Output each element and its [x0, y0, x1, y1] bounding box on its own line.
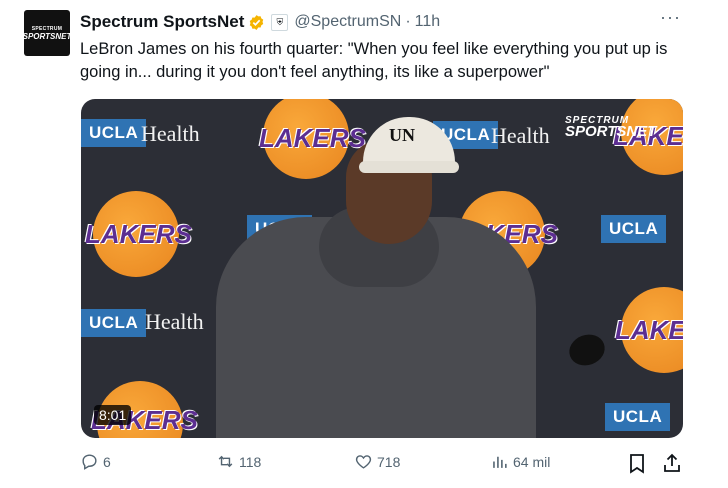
views-icon	[493, 456, 507, 468]
tweet-text: LeBron James on his fourth quarter: "Whe…	[80, 40, 668, 81]
separator-dot: ·	[405, 13, 411, 30]
ucla-logo: UCLA	[605, 403, 671, 431]
action-bar: 6 118 718 64 mil	[80, 452, 660, 476]
reply-icon	[82, 454, 97, 470]
repost-icon	[218, 455, 233, 468]
author-name[interactable]: Spectrum SportsNet	[80, 12, 244, 32]
health-logo: Health	[141, 121, 200, 146]
repost-count: 118	[239, 453, 262, 470]
like-count: 718	[377, 453, 401, 470]
author-handle[interactable]: @SpectrumSN	[294, 13, 401, 31]
cap-brim	[359, 161, 459, 173]
verified-badge-icon[interactable]	[248, 14, 265, 31]
lakers-logo-text: LAKERS	[259, 123, 366, 153]
reply-count: 6	[103, 453, 111, 470]
affiliate-badge-icon[interactable]: ⛨	[271, 13, 289, 31]
bookmark-icon[interactable]	[628, 453, 646, 474]
watermark-line2: SPORTSNET	[565, 123, 657, 140]
heart-icon	[355, 455, 372, 469]
lakers-logo-text: LAKERS	[615, 315, 683, 345]
lakers-logo-text: LAKERS	[85, 219, 192, 249]
health-logo: Health	[491, 123, 550, 148]
views-button[interactable]: 64 mil	[490, 452, 550, 471]
reply-button[interactable]: 6	[80, 452, 111, 471]
video-duration-badge: 8:01	[94, 405, 132, 425]
timestamp[interactable]: 11h	[415, 13, 441, 31]
spectrum-sportsnet-watermark: SPECTRUM SPORTSNET	[565, 115, 657, 140]
ucla-logo: UCLA	[81, 119, 147, 147]
view-count: 64 mil	[513, 453, 551, 470]
share-icon[interactable]	[662, 452, 682, 473]
video-player[interactable]: UCLA Health LAKERS UCLA Health LAKERS UC…	[81, 99, 683, 438]
ucla-logo: UCLA	[81, 309, 147, 337]
avatar[interactable]: SPECTRUM SPORTSNET	[24, 10, 70, 56]
more-options-icon[interactable]: ···	[660, 8, 680, 30]
health-logo: Health	[145, 309, 204, 334]
ucla-logo: UCLA	[601, 215, 667, 243]
avatar-line2: SPORTSNET	[24, 31, 70, 41]
tweet-header: Spectrum SportsNet ⛨ @SpectrumSN · 11h	[80, 12, 440, 32]
like-button[interactable]: 718	[354, 452, 400, 471]
tweet[interactable]: SPECTRUM SPORTSNET Spectrum SportsNet ⛨ …	[0, 0, 728, 488]
repost-button[interactable]: 118	[216, 452, 261, 471]
cap-text: UN	[389, 125, 415, 145]
